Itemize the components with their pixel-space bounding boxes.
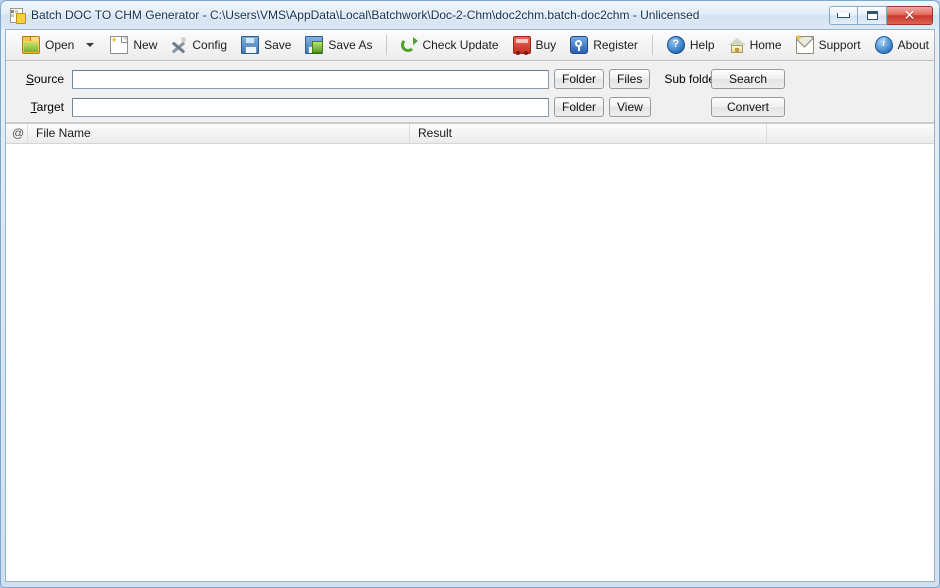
toolbar-buy-label: Buy — [535, 38, 557, 52]
toolbar-new-button[interactable]: ✦ New — [103, 32, 164, 58]
toolbar-check-update-button[interactable]: Check Update — [394, 32, 505, 58]
maximize-button[interactable] — [858, 5, 887, 25]
toolbar-register-button[interactable]: Register — [563, 32, 645, 58]
toolbar-support-button[interactable]: ✦ Support — [789, 32, 868, 58]
toolbar-separator-2 — [651, 35, 653, 55]
source-files-button[interactable]: Files — [609, 69, 651, 89]
close-icon: ✕ — [903, 7, 916, 23]
toolbar-help-label: Help — [689, 38, 715, 52]
column-header-extra[interactable] — [767, 124, 934, 144]
client-area: Open ✦ New Config Save Save As Check Upd… — [5, 29, 935, 582]
maximize-icon — [866, 10, 878, 20]
save-as-icon — [305, 36, 324, 54]
toolbar-save-label: Save — [264, 38, 292, 52]
help-question-icon: ? — [666, 36, 685, 54]
minimize-button[interactable] — [829, 5, 858, 25]
column-header-file-name[interactable]: File Name — [28, 124, 410, 144]
toolbar-help-button[interactable]: ? Help — [660, 32, 722, 58]
toolbar-buy-button[interactable]: Buy — [506, 32, 564, 58]
convert-button[interactable]: Convert — [711, 97, 785, 117]
toolbar-save-button[interactable]: Save — [234, 32, 298, 58]
file-list: @ File Name Result — [6, 123, 934, 581]
toolbar-save-as-label: Save As — [328, 38, 373, 52]
search-button-wrap: Search — [711, 69, 785, 89]
toolbar-support-label: Support — [818, 38, 861, 52]
new-document-icon: ✦ — [110, 36, 129, 54]
path-form-panel: Source Folder Files Sub folders Search T… — [6, 61, 934, 123]
toolbar-open-label: Open — [45, 38, 75, 52]
source-folder-button[interactable]: Folder — [554, 69, 605, 89]
application-window: Batch DOC TO CHM Generator - C:\Users\VM… — [0, 0, 940, 588]
minimize-icon — [837, 12, 850, 18]
tools-icon — [171, 37, 187, 54]
toolbar-check-update-label: Check Update — [422, 38, 499, 52]
file-list-body[interactable] — [6, 144, 934, 581]
close-button[interactable]: ✕ — [887, 5, 933, 25]
window-title: Batch DOC TO CHM Generator - C:\Users\VM… — [31, 8, 700, 22]
target-folder-button[interactable]: Folder — [554, 97, 605, 117]
toolbar-open-button[interactable]: Open — [15, 32, 81, 58]
target-label: Target — [30, 100, 64, 114]
title-bar: Batch DOC TO CHM Generator - C:\Users\VM… — [1, 1, 939, 29]
toolbar-config-button[interactable]: Config — [164, 32, 234, 58]
window-controls: ✕ — [829, 5, 933, 25]
target-input[interactable] — [72, 97, 549, 117]
folder-open-icon — [22, 36, 40, 54]
column-header-at[interactable]: @ — [6, 124, 28, 144]
toolbar-config-label: Config — [192, 38, 228, 52]
toolbar-separator-1 — [386, 35, 388, 55]
floppy-disk-icon — [241, 36, 260, 54]
source-input[interactable] — [72, 69, 549, 89]
search-button[interactable]: Search — [711, 69, 785, 89]
mail-support-icon: ✦ — [795, 34, 814, 54]
convert-button-wrap: Convert — [711, 97, 785, 117]
toolbar-home-label: Home — [749, 38, 782, 52]
target-view-button[interactable]: View — [609, 97, 651, 117]
toolbar: Open ✦ New Config Save Save As Check Upd… — [6, 30, 934, 61]
toolbar-new-label: New — [133, 38, 158, 52]
toolbar-about-label: About — [897, 38, 929, 52]
file-list-header: @ File Name Result — [6, 124, 934, 144]
target-row: Target Folder View Convert — [6, 96, 934, 118]
app-icon — [9, 7, 26, 24]
toolbar-about-button[interactable]: i About — [868, 32, 936, 58]
shopping-cart-icon — [512, 36, 531, 55]
toolbar-save-as-button[interactable]: Save As — [298, 32, 379, 58]
toolbar-register-label: Register — [593, 38, 638, 52]
info-icon: i — [874, 36, 893, 54]
chevron-down-icon[interactable] — [86, 43, 95, 47]
source-label: Source — [25, 72, 64, 86]
home-icon — [727, 37, 746, 53]
source-row: Source Folder Files Sub folders Search — [6, 68, 934, 90]
refresh-icon — [401, 37, 419, 53]
toolbar-home-button[interactable]: Home — [722, 32, 789, 58]
column-header-result[interactable]: Result — [410, 124, 767, 144]
register-key-icon — [570, 36, 589, 54]
